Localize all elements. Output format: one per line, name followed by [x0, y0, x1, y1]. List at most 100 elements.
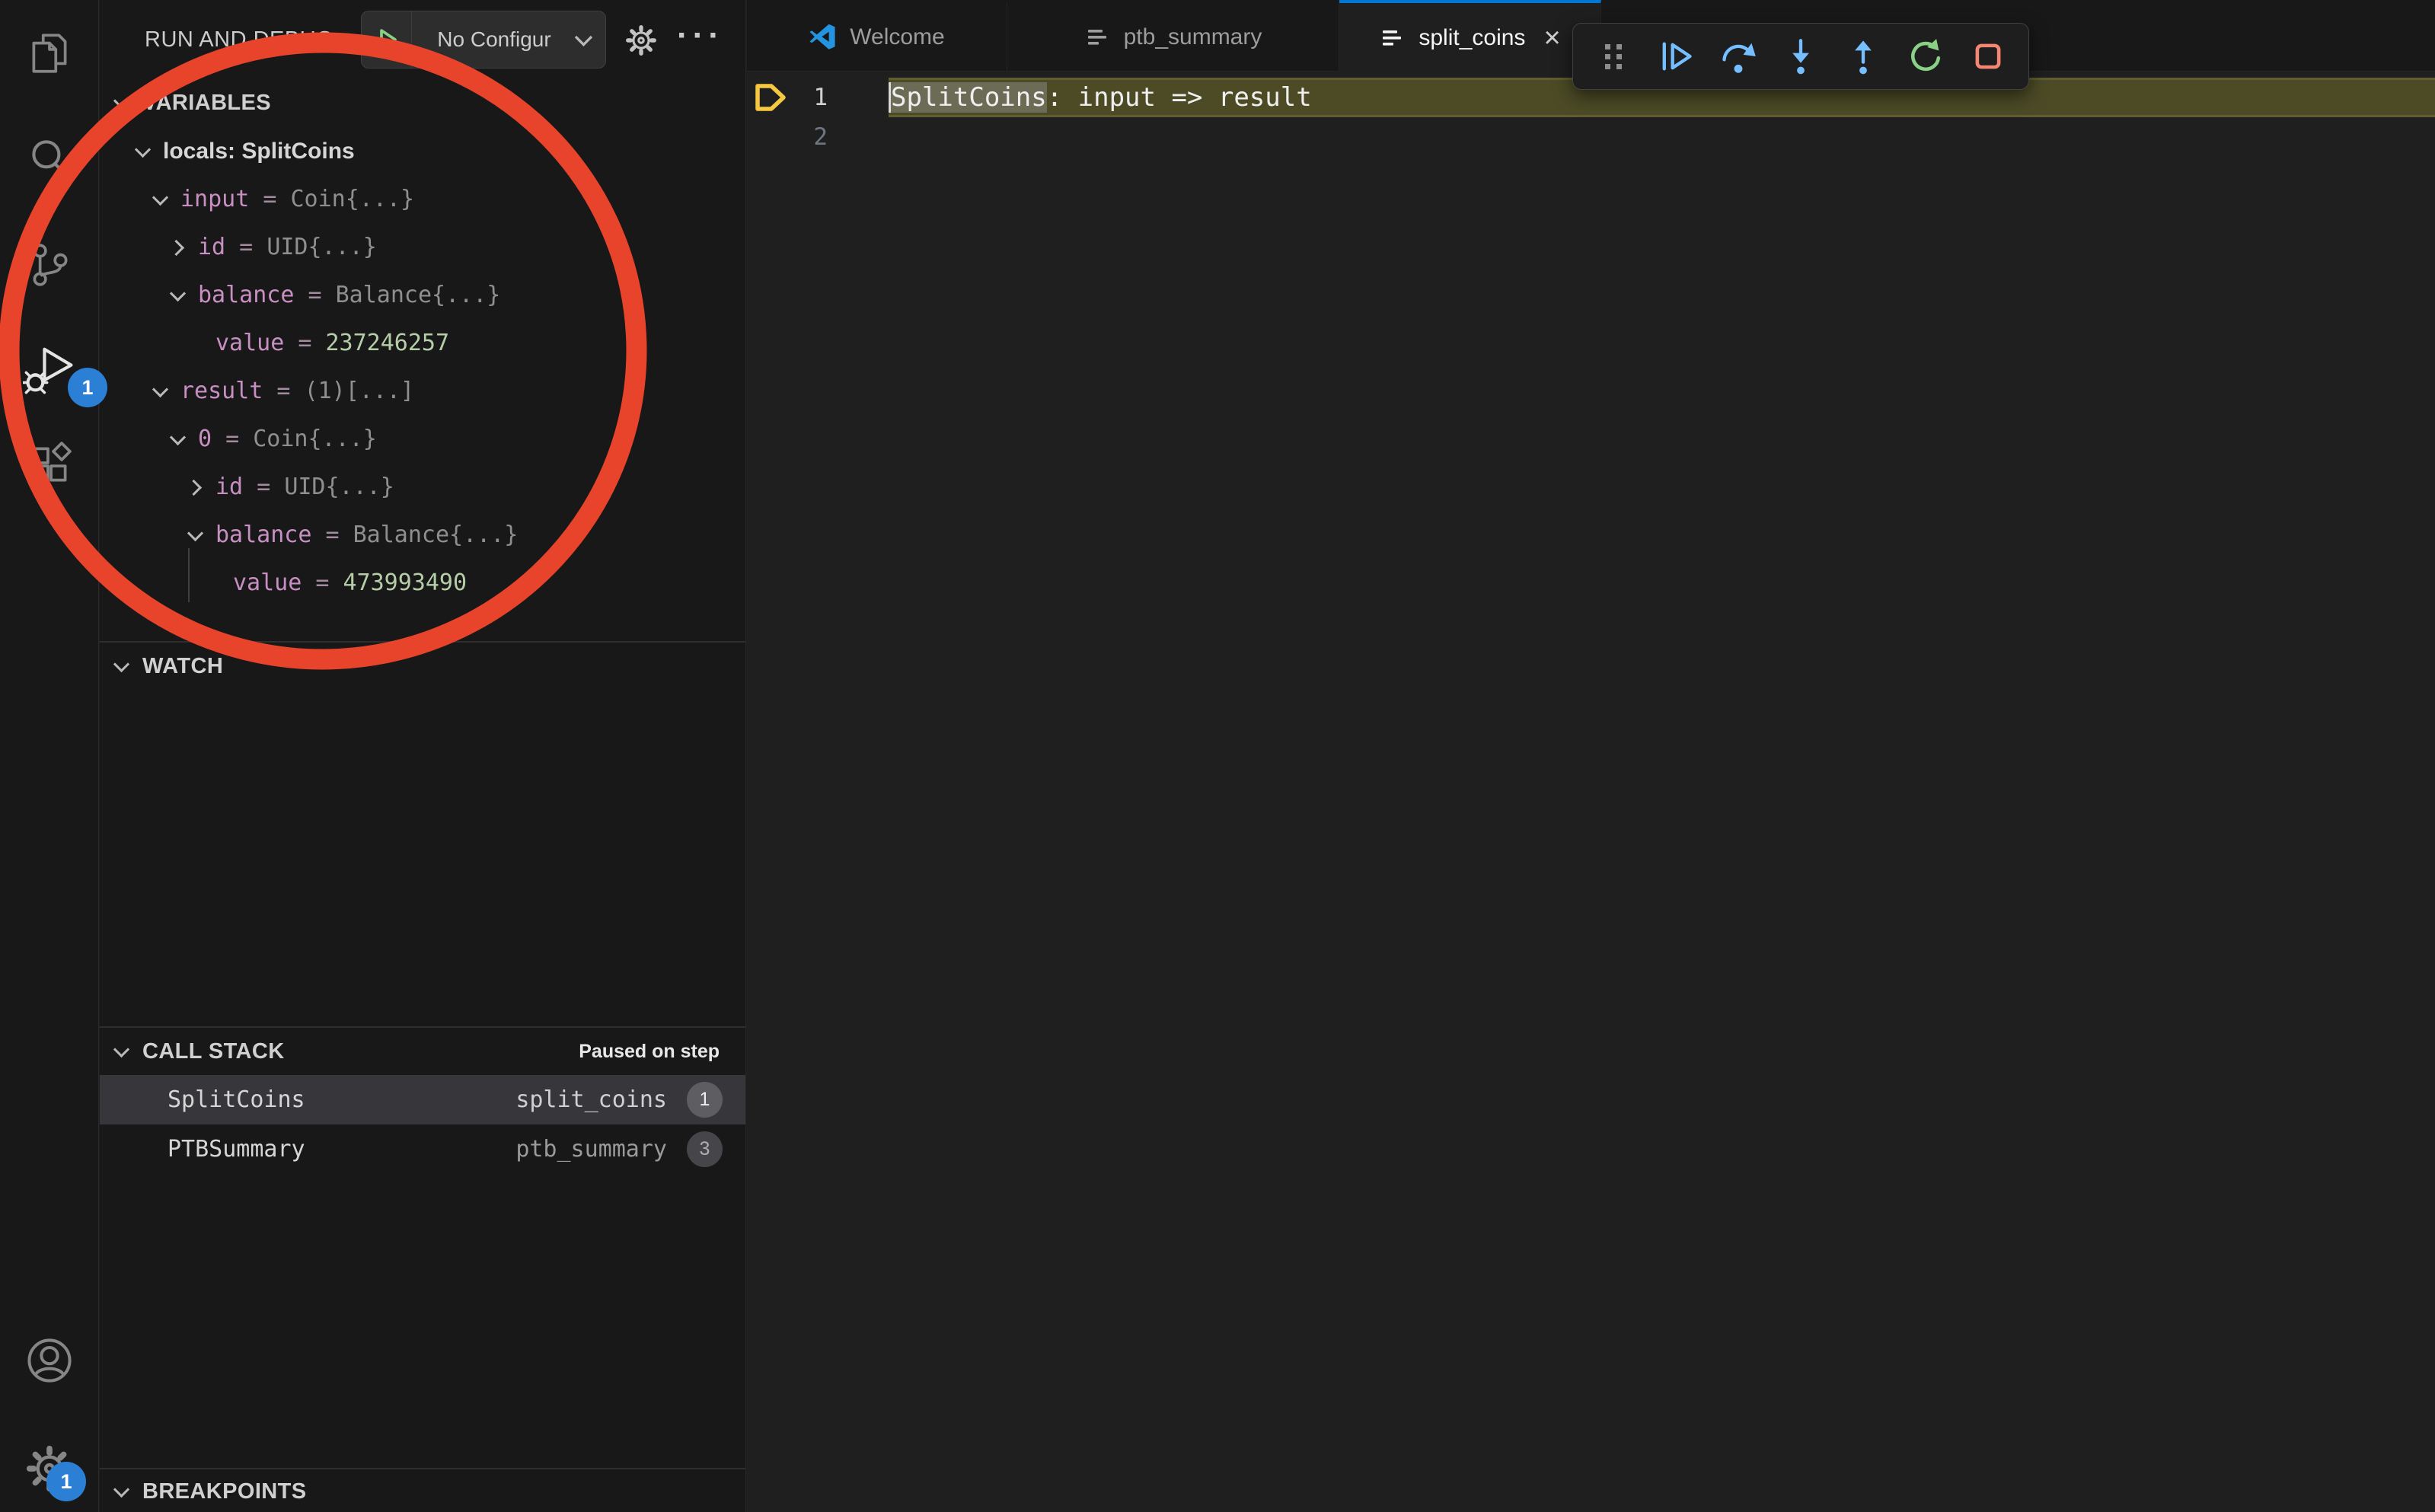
- config-dropdown[interactable]: No Configur: [412, 27, 576, 52]
- gear-icon: [624, 23, 659, 58]
- list-icon: [1379, 25, 1405, 51]
- equals-sign: =: [284, 330, 325, 356]
- chevron-down-icon[interactable]: [576, 31, 592, 48]
- tab-label: split_coins: [1419, 25, 1525, 51]
- highlighted-symbol: SplitCoins: [889, 82, 1047, 113]
- variable-row[interactable]: input = Coin{...}: [100, 175, 745, 223]
- search-icon: [24, 134, 75, 184]
- variable-value: Coin{...}: [291, 186, 415, 212]
- restart-button[interactable]: [1904, 34, 1948, 78]
- list-icon: [1084, 24, 1110, 50]
- chevron-right-icon[interactable]: [171, 240, 186, 255]
- pause-status: Paused on step: [579, 1041, 720, 1063]
- watch-section: WATCH: [100, 641, 745, 1026]
- tab-welcome[interactable]: Welcome: [747, 0, 1007, 71]
- variable-row[interactable]: balance = Balance{...}: [100, 271, 745, 319]
- continue-icon: [1657, 37, 1695, 75]
- variable-name: value: [233, 569, 302, 596]
- sidebar-item-source-control[interactable]: [0, 234, 99, 295]
- call-stack-frame[interactable]: SplitCoins split_coins 1: [100, 1075, 745, 1124]
- account-button[interactable]: [0, 1330, 99, 1391]
- sidebar-item-search[interactable]: [0, 129, 99, 190]
- section-title: WATCH: [142, 654, 223, 679]
- variable-row[interactable]: 0 = Coin{...}: [100, 415, 745, 463]
- equals-sign: =: [243, 474, 284, 500]
- start-debugging-button[interactable]: [362, 11, 412, 68]
- variable-name: result: [180, 378, 263, 404]
- chevron-down-icon[interactable]: [153, 384, 168, 399]
- section-title: VARIABLES: [142, 91, 271, 116]
- sidebar-item-extensions[interactable]: [0, 434, 99, 495]
- call-stack-frame[interactable]: PTBSummary ptb_summary 3: [100, 1124, 745, 1174]
- stop-button[interactable]: [1966, 34, 2010, 78]
- variable-value: Balance{...}: [353, 522, 519, 548]
- scope-label: locals: SplitCoins: [163, 139, 355, 164]
- settings-badge: 1: [46, 1462, 86, 1501]
- vscode-logo-icon: [809, 24, 836, 51]
- call-stack-section: CALL STACK Paused on step SplitCoins spl…: [100, 1026, 745, 1468]
- step-over-button[interactable]: [1716, 34, 1760, 78]
- frame-name: SplitCoins: [168, 1086, 305, 1113]
- sidebar-header: RUN AND DEBUG No Configur: [100, 0, 745, 79]
- equals-sign: =: [249, 186, 290, 212]
- call-stack-section-header[interactable]: CALL STACK Paused on step: [100, 1028, 745, 1075]
- variable-row[interactable]: balance = Balance{...}: [100, 511, 745, 559]
- chevron-down-icon[interactable]: [136, 144, 151, 159]
- editor-gutter[interactable]: 2: [747, 117, 831, 157]
- tab-label: ptb_summary: [1124, 24, 1262, 50]
- chevron-down-icon[interactable]: [153, 192, 168, 207]
- toolbar-drag-handle[interactable]: [1591, 34, 1636, 78]
- indent-guide: [188, 548, 190, 602]
- equals-sign: =: [225, 234, 266, 260]
- section-title: BREAKPOINTS: [142, 1479, 306, 1504]
- editor-gutter[interactable]: 1: [747, 78, 831, 117]
- breakpoints-section: BREAKPOINTS: [100, 1468, 745, 1512]
- frame-name: PTBSummary: [168, 1136, 305, 1163]
- variable-name: balance: [198, 282, 294, 308]
- variable-value: UID{...}: [266, 234, 377, 260]
- variable-value: Coin{...}: [253, 426, 377, 452]
- step-into-button[interactable]: [1779, 34, 1823, 78]
- chevron-down-icon[interactable]: [188, 528, 203, 543]
- variable-row[interactable]: value = 473993490: [100, 559, 745, 607]
- variable-row[interactable]: value = 237246257: [100, 319, 745, 367]
- breakpoints-section-header[interactable]: BREAKPOINTS: [100, 1469, 745, 1512]
- variable-value: UID{...}: [284, 474, 394, 500]
- scope-row[interactable]: locals: SplitCoins: [100, 127, 745, 175]
- variables-section-header[interactable]: VARIABLES: [100, 79, 745, 126]
- chevron-right-icon[interactable]: [188, 480, 203, 495]
- restart-icon: [1907, 37, 1945, 75]
- debug-current-line-arrow-icon: [753, 81, 788, 113]
- chevron-down-icon[interactable]: [171, 432, 186, 447]
- continue-button[interactable]: [1654, 34, 1698, 78]
- debug-settings-gear-button[interactable]: [624, 23, 659, 58]
- frame-source: split_coins: [515, 1086, 667, 1113]
- sidebar-item-explorer[interactable]: [0, 22, 99, 83]
- account-icon: [24, 1335, 75, 1386]
- step-out-button[interactable]: [1841, 34, 1885, 78]
- variable-name: value: [215, 330, 284, 356]
- tab-ptb-summary[interactable]: ptb_summary: [1007, 0, 1339, 71]
- play-icon: [373, 26, 401, 53]
- variable-row[interactable]: id = UID{...}: [100, 463, 745, 511]
- watch-section-header[interactable]: WATCH: [100, 643, 745, 690]
- debug-count-badge: 1: [68, 368, 107, 407]
- variable-value: 237246257: [326, 330, 450, 356]
- frame-badge: 1: [687, 1082, 723, 1118]
- tab-split-coins[interactable]: split_coins ×: [1339, 0, 1601, 72]
- variables-tree: locals: SplitCoinsinput = Coin{...}id = …: [100, 127, 745, 607]
- equals-sign: =: [263, 378, 304, 404]
- variable-row[interactable]: id = UID{...}: [100, 223, 745, 271]
- section-title: CALL STACK: [142, 1039, 285, 1064]
- step-into-icon: [1782, 37, 1820, 75]
- chevron-down-icon[interactable]: [171, 288, 186, 303]
- more-actions-button[interactable]: ···: [677, 17, 724, 55]
- close-icon[interactable]: ×: [1543, 24, 1560, 53]
- extensions-icon: [24, 439, 75, 490]
- line-number: 1: [813, 84, 828, 111]
- step-over-icon: [1719, 37, 1757, 75]
- variable-row[interactable]: result = (1)[...]: [100, 367, 745, 415]
- step-out-icon: [1844, 37, 1882, 75]
- stop-icon: [1969, 37, 2007, 75]
- variable-value: (1)[...]: [305, 378, 415, 404]
